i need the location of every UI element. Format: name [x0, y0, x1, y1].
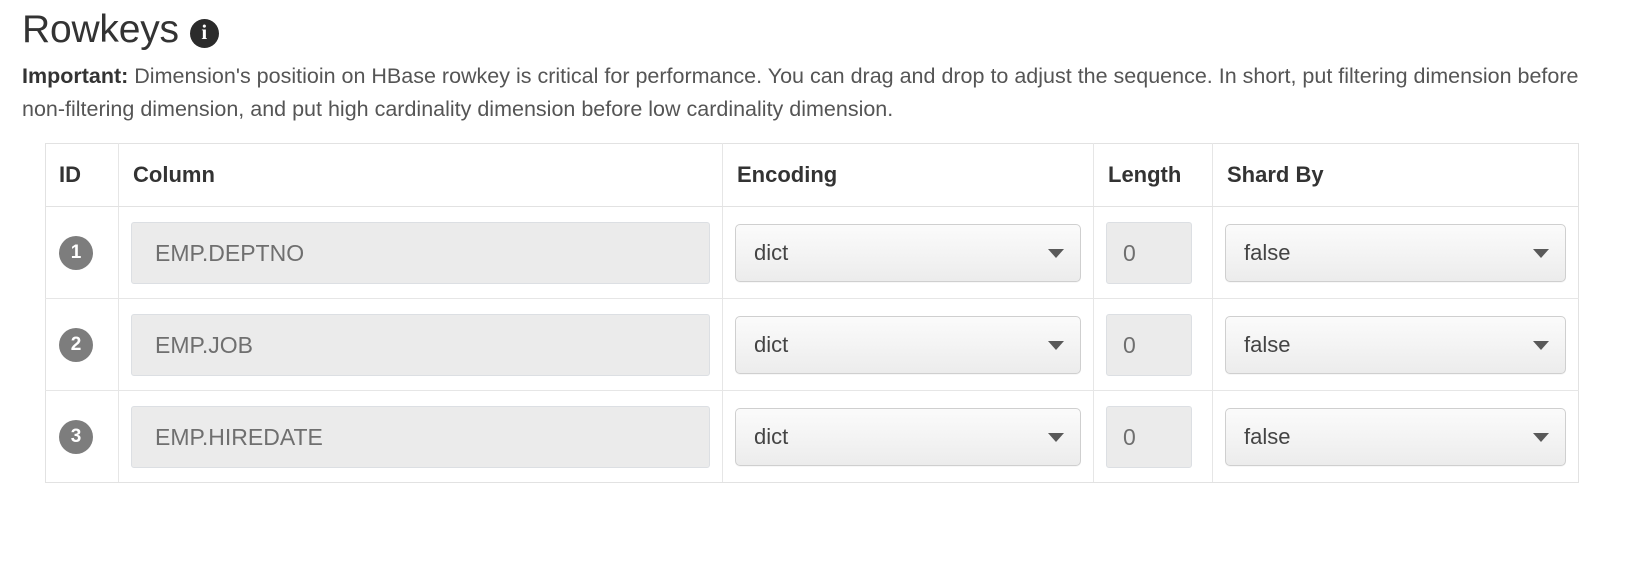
row-drag-handle-3[interactable]: 3: [59, 419, 93, 454]
table-row: 2 EMP.JOB dict 0 false: [45, 298, 1579, 391]
cell-encoding: dict: [722, 206, 1094, 299]
length-input[interactable]: 0: [1106, 313, 1192, 376]
info-icon[interactable]: i: [189, 18, 219, 48]
shard-by-select-value: false: [1244, 331, 1291, 357]
cell-length: 0: [1093, 390, 1213, 483]
rowkeys-table-wrapper: ID Column Encoding Length Shard By 1 EMP…: [45, 143, 1579, 483]
column-name-input[interactable]: EMP.JOB: [131, 313, 710, 376]
row-drag-handle-2[interactable]: 2: [59, 327, 93, 362]
encoding-select-value: dict: [754, 423, 789, 449]
page-title: Rowkeys: [22, 8, 179, 51]
description-body: Dimension's positioin on HBase rowkey is…: [22, 64, 1579, 121]
chevron-down-icon: [1533, 248, 1549, 258]
column-header-encoding: Encoding: [722, 143, 1094, 207]
rowkeys-page: Rowkeys i Important: Dimension's positio…: [0, 0, 1646, 569]
table-row: 3 EMP.HIREDATE dict 0 false: [45, 390, 1579, 483]
encoding-select[interactable]: dict: [735, 315, 1081, 374]
length-input[interactable]: 0: [1106, 405, 1192, 468]
column-name-input[interactable]: EMP.DEPTNO: [131, 221, 710, 284]
cell-id: 1: [45, 206, 119, 299]
cell-shard-by: false: [1212, 206, 1579, 299]
cell-encoding: dict: [722, 390, 1094, 483]
cell-column: EMP.HIREDATE: [118, 390, 723, 483]
encoding-select[interactable]: dict: [735, 407, 1081, 466]
length-input[interactable]: 0: [1106, 221, 1192, 284]
table-header-row: ID Column Encoding Length Shard By: [45, 143, 1579, 207]
cell-column: EMP.DEPTNO: [118, 206, 723, 299]
rowkeys-table: ID Column Encoding Length Shard By 1 EMP…: [45, 143, 1579, 483]
row-drag-handle-1[interactable]: 1: [59, 235, 93, 270]
cell-length: 0: [1093, 298, 1213, 391]
shard-by-select-value: false: [1244, 239, 1291, 265]
column-header-shard-by: Shard By: [1212, 143, 1579, 207]
encoding-select[interactable]: dict: [735, 223, 1081, 282]
chevron-down-icon: [1048, 248, 1064, 258]
chevron-down-icon: [1048, 340, 1064, 350]
important-label: Important:: [22, 64, 129, 88]
shard-by-select-value: false: [1244, 423, 1291, 449]
shard-by-select[interactable]: false: [1225, 407, 1566, 466]
column-header-id: ID: [45, 143, 119, 207]
shard-by-select[interactable]: false: [1225, 223, 1566, 282]
cell-id: 2: [45, 298, 119, 391]
cell-length: 0: [1093, 206, 1213, 299]
cell-shard-by: false: [1212, 298, 1579, 391]
encoding-select-value: dict: [754, 331, 789, 357]
info-icon-glyph: i: [201, 19, 208, 44]
cell-id: 3: [45, 390, 119, 483]
column-header-column: Column: [118, 143, 723, 207]
cell-column: EMP.JOB: [118, 298, 723, 391]
column-name-input[interactable]: EMP.HIREDATE: [131, 405, 710, 468]
chevron-down-icon: [1533, 340, 1549, 350]
encoding-select-value: dict: [754, 239, 789, 265]
description-text: Important: Dimension's positioin on HBas…: [0, 48, 1646, 126]
page-header: Rowkeys i: [0, 0, 1646, 51]
chevron-down-icon: [1048, 432, 1064, 442]
cell-shard-by: false: [1212, 390, 1579, 483]
column-header-length: Length: [1093, 143, 1213, 207]
shard-by-select[interactable]: false: [1225, 315, 1566, 374]
chevron-down-icon: [1533, 432, 1549, 442]
table-row: 1 EMP.DEPTNO dict 0 false: [45, 206, 1579, 299]
cell-encoding: dict: [722, 298, 1094, 391]
